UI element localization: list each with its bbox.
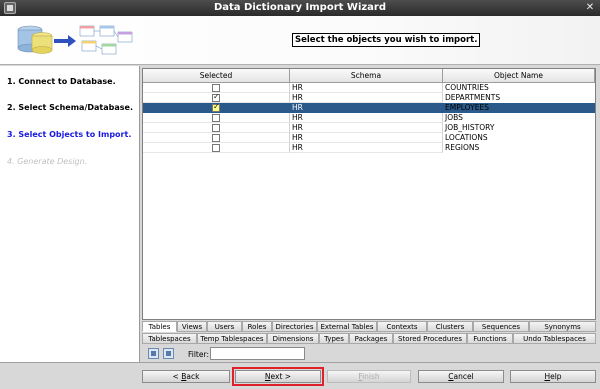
table-row[interactable]: HR JOB_HISTORY	[143, 123, 494, 133]
schema-cell: HR	[290, 123, 443, 133]
step-generate-design: 4. Generate Design.	[7, 157, 88, 166]
tab-undo-tablespaces[interactable]: Undo Tablespaces	[513, 333, 596, 344]
column-header-schema[interactable]: Schema	[290, 69, 443, 83]
selected-cell	[143, 102, 290, 113]
column-header-selected[interactable]: Selected	[143, 69, 290, 83]
schema-cell: HR	[290, 93, 443, 103]
schema-cell: HR	[290, 143, 443, 153]
select-checkbox[interactable]	[212, 84, 220, 92]
next-button[interactable]: Next >	[232, 367, 324, 386]
close-icon[interactable]: ✕	[584, 2, 596, 14]
select-checkbox[interactable]	[212, 114, 220, 122]
window-icon	[4, 2, 16, 14]
selected-cell	[143, 113, 290, 123]
step-select-objects[interactable]: 3. Select Objects to Import.	[7, 130, 131, 139]
table-header: Selected Schema Object Name	[143, 69, 595, 83]
object-name-cell: DEPARTMENTS	[445, 93, 501, 102]
help-button[interactable]: Help	[510, 370, 596, 383]
deselect-all-icon[interactable]	[163, 348, 174, 359]
tab-dimensions[interactable]: Dimensions	[267, 333, 319, 344]
tab-views[interactable]: Views	[177, 321, 207, 332]
object-type-tabs-row1: Tables Views Users Roles Directories External…	[142, 321, 596, 332]
instruction-text: Select the objects you wish to import.	[292, 33, 481, 47]
objects-table: Selected Schema Object Name HRCOUNTRIESH…	[142, 68, 596, 320]
selected-cell	[143, 143, 290, 153]
table-row[interactable]: HR REGIONS	[143, 143, 488, 153]
step-select-schema[interactable]: 2. Select Schema/Database.	[7, 103, 133, 112]
object-name-cell: REGIONS	[445, 143, 480, 152]
tab-tables[interactable]: Tables	[142, 321, 177, 332]
object-type-tabs-row2: Tablespaces Temp Tablespaces Dimensions Typ…	[142, 333, 596, 344]
select-checkbox[interactable]	[212, 134, 220, 142]
tab-roles[interactable]: Roles	[242, 321, 272, 332]
wizard-banner: Select the objects you wish to import.	[0, 16, 600, 65]
back-button[interactable]: < Back	[142, 370, 230, 383]
select-all-icon[interactable]	[148, 348, 159, 359]
object-name-cell: JOB_HISTORY	[445, 123, 495, 132]
filter-input[interactable]	[210, 347, 305, 360]
table-row[interactable]: HRDEPARTMENTS	[143, 92, 500, 103]
tab-functions[interactable]: Functions	[467, 333, 513, 344]
column-header-object-name[interactable]: Object Name	[443, 69, 595, 83]
tab-tablespaces[interactable]: Tablespaces	[142, 333, 197, 344]
finish-button: Finish	[327, 370, 411, 383]
tab-packages[interactable]: Packages	[349, 333, 393, 344]
tab-external-tables[interactable]: External Tables	[317, 321, 377, 332]
table-row[interactable]: HR JOBS	[143, 113, 488, 123]
object-name-cell: EMPLOYEES	[445, 103, 489, 112]
select-checkbox[interactable]	[212, 144, 220, 152]
tab-clusters[interactable]: Clusters	[427, 321, 473, 332]
tab-users[interactable]: Users	[207, 321, 242, 332]
table-row[interactable]: HR COUNTRIES	[143, 83, 489, 93]
cancel-button[interactable]: Cancel	[418, 370, 504, 383]
schema-cell: HR	[290, 133, 443, 143]
selected-cell	[143, 123, 290, 133]
select-checkbox[interactable]	[212, 92, 220, 102]
filter-label: Filter:	[188, 350, 209, 359]
schema-cell: HR	[290, 113, 443, 123]
object-name-cell: JOBS	[445, 113, 463, 122]
button-bar: < Back Next > Finish Cancel Help	[0, 362, 600, 389]
tab-sequences[interactable]: Sequences	[473, 321, 529, 332]
tab-types[interactable]: Types	[319, 333, 349, 344]
select-checkbox[interactable]	[212, 102, 220, 112]
filter-bar: Filter:	[142, 346, 596, 362]
object-name-cell: LOCATIONS	[445, 133, 488, 142]
selected-cell	[143, 133, 290, 143]
window-title: Data Dictionary Import Wizard	[213, 2, 387, 13]
schema-cell: HR	[290, 83, 443, 93]
object-name-cell: COUNTRIES	[445, 83, 489, 92]
tab-stored-procedures[interactable]: Stored Procedures	[393, 333, 467, 344]
step-connect[interactable]: 1. Connect to Database.	[7, 77, 116, 86]
schema-cell: HR	[290, 103, 443, 113]
tab-contexts[interactable]: Contexts	[377, 321, 427, 332]
wizard-graphic-icon	[17, 25, 133, 55]
select-checkbox[interactable]	[212, 124, 220, 132]
wizard-steps-panel: 1. Connect to Database. 2. Select Schema…	[0, 66, 140, 362]
table-row[interactable]: HR LOCATIONS	[143, 133, 488, 143]
tab-temp-tablespaces[interactable]: Temp Tablespaces	[197, 333, 267, 344]
tab-synonyms[interactable]: Synonyms	[529, 321, 596, 332]
title-bar: Data Dictionary Import Wizard ✕	[0, 0, 600, 16]
tab-directories[interactable]: Directories	[272, 321, 317, 332]
table-row[interactable]: HREMPLOYEES	[143, 102, 595, 113]
